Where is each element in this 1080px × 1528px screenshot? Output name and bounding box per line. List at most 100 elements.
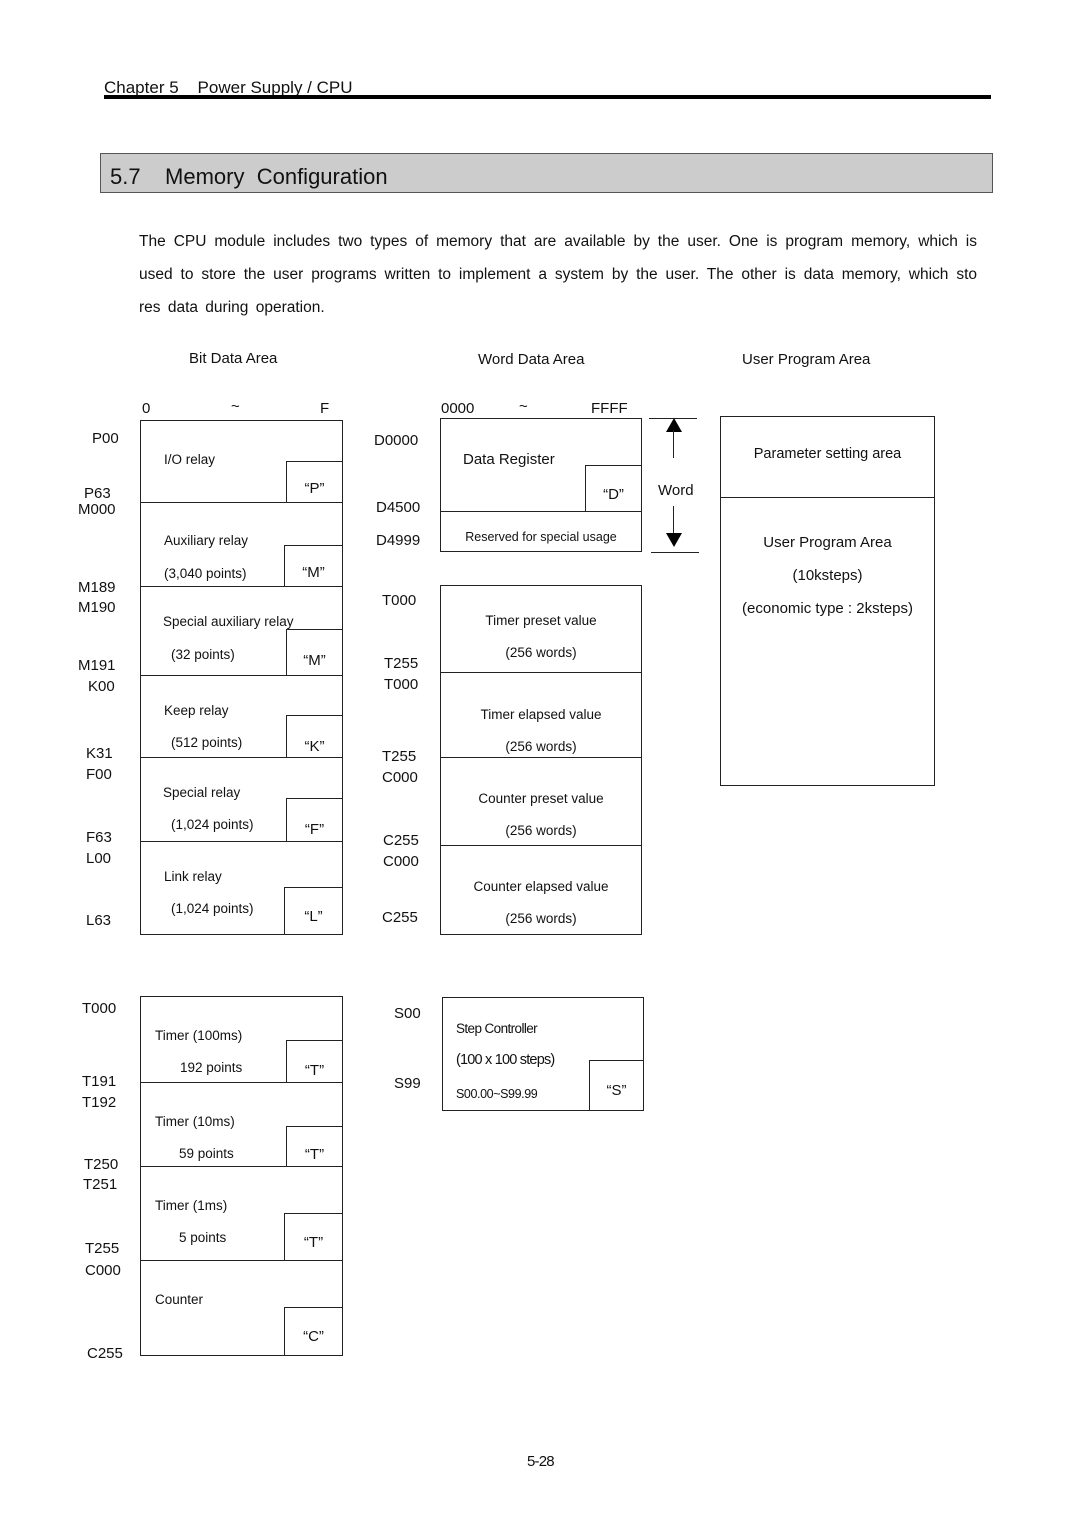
program-capacity: (10ksteps) xyxy=(792,567,863,584)
address-label: T255 xyxy=(382,748,417,765)
block-name: Link relay xyxy=(164,869,222,884)
block-points: (32 points) xyxy=(171,647,235,662)
block-name: I/O relay xyxy=(164,452,216,467)
word-range-sep: ~ xyxy=(519,398,528,415)
bit-range-end: F xyxy=(320,400,330,417)
tag-label: “D” xyxy=(603,486,624,503)
block-points: 192 points xyxy=(180,1060,243,1075)
intro-paragraph: The CPU module includes two types of mem… xyxy=(139,233,977,316)
block-name: Timer elapsed value xyxy=(480,707,602,722)
address-label: C255 xyxy=(383,832,419,849)
address-label: F00 xyxy=(86,766,112,783)
address-label: S00 xyxy=(394,1005,421,1022)
address-label: T000 xyxy=(382,592,417,609)
address-label: M191 xyxy=(78,657,116,674)
tag-label: “M” xyxy=(303,652,326,669)
bit-area-title: Bit Data Area xyxy=(189,350,278,367)
address-label: D4500 xyxy=(376,499,421,516)
tag-label: “P” xyxy=(304,480,325,497)
economic-capacity: (economic type : 2ksteps) xyxy=(742,600,913,617)
address-label: T000 xyxy=(384,676,419,693)
address-label: M189 xyxy=(78,579,116,596)
block-name: Timer (1ms) xyxy=(155,1198,228,1213)
address-label: D0000 xyxy=(374,432,419,449)
block-name: Counter elapsed value xyxy=(473,879,609,894)
block-words: (256 words) xyxy=(505,645,577,660)
address-label: T251 xyxy=(83,1176,118,1193)
divider xyxy=(440,845,642,846)
block-points: 59 points xyxy=(179,1146,234,1161)
divider xyxy=(440,757,642,758)
block-name: Counter xyxy=(155,1292,204,1307)
tag-label: “T” xyxy=(303,1234,324,1251)
block-name: Timer preset value xyxy=(485,613,597,628)
divider xyxy=(720,497,935,498)
block-steps: (100 x 100 steps) xyxy=(456,1052,555,1068)
address-label: T255 xyxy=(85,1240,120,1257)
address-label: D4999 xyxy=(376,532,421,549)
arrow-shaft xyxy=(673,430,674,458)
word-label: Word xyxy=(658,482,694,499)
block-name: Counter preset value xyxy=(478,791,604,806)
block-name: Special auxiliary relay xyxy=(163,614,294,629)
tag-label: “K” xyxy=(304,738,325,755)
address-label: T191 xyxy=(82,1073,117,1090)
block-name: Step Controller xyxy=(456,1021,538,1036)
address-label: T192 xyxy=(82,1094,117,1111)
block-range: S00.00~S99.99 xyxy=(456,1087,538,1101)
address-label: C000 xyxy=(382,769,418,786)
address-label: K00 xyxy=(88,678,115,695)
block-name: Timer (10ms) xyxy=(155,1114,235,1129)
address-label: T250 xyxy=(84,1156,119,1173)
block-points: (1,024 points) xyxy=(171,817,254,832)
block-points: (1,024 points) xyxy=(171,901,254,916)
arrow-up-icon xyxy=(666,418,682,432)
tag-label: “F” xyxy=(304,821,325,838)
indicator-rule xyxy=(651,552,699,553)
address-label: C000 xyxy=(383,853,419,870)
tag-label: “L” xyxy=(304,908,323,925)
block-name: Keep relay xyxy=(164,703,229,718)
address-label: S99 xyxy=(394,1075,421,1092)
arrow-down-icon xyxy=(666,533,682,547)
address-label: F63 xyxy=(86,829,112,846)
block-name: Auxiliary relay xyxy=(164,533,249,548)
header-rule xyxy=(104,95,991,99)
word-area-title: Word Data Area xyxy=(478,351,585,368)
reserved-label: Reserved for special usage xyxy=(465,530,617,544)
data-register-label: Data Register xyxy=(463,451,555,468)
parameter-setting-label: Parameter setting area xyxy=(753,446,902,462)
block-words: (256 words) xyxy=(505,823,577,838)
block-name: Timer (100ms) xyxy=(155,1028,243,1043)
tag-label: “T” xyxy=(304,1146,325,1163)
tag-label: “C” xyxy=(303,1328,324,1345)
address-label: T000 xyxy=(82,1000,117,1017)
address-label: T255 xyxy=(384,655,419,672)
program-area-label: User Program Area xyxy=(763,534,892,551)
divider xyxy=(440,672,642,673)
word-range-start: 0000 xyxy=(441,400,475,417)
program-area-title: User Program Area xyxy=(742,351,871,368)
tag-label: “T” xyxy=(304,1062,325,1079)
address-label: L63 xyxy=(86,912,112,929)
tag-label: “S” xyxy=(606,1082,627,1099)
address-label: M000 xyxy=(78,501,116,518)
page-number: 5-28 xyxy=(527,1453,555,1470)
address-label: K31 xyxy=(86,745,113,762)
block-words: (256 words) xyxy=(505,739,577,754)
address-label: P00 xyxy=(92,430,119,447)
arrow-shaft xyxy=(673,506,674,534)
address-label: P63 xyxy=(84,485,111,502)
block-points: (512 points) xyxy=(171,735,243,750)
block-name: Special relay xyxy=(163,785,241,800)
section-title: 5.7 Memory Configuration xyxy=(110,164,388,189)
block-points: 5 points xyxy=(179,1230,227,1245)
bit-range-sep: ~ xyxy=(231,398,240,415)
address-label: C000 xyxy=(85,1262,121,1279)
bit-range-start: 0 xyxy=(142,400,151,417)
block-words: (256 words) xyxy=(505,911,577,926)
address-label: C255 xyxy=(87,1345,123,1362)
address-label: C255 xyxy=(382,909,418,926)
block-points: (3,040 points) xyxy=(164,566,247,581)
tag-label: “M” xyxy=(302,564,325,581)
